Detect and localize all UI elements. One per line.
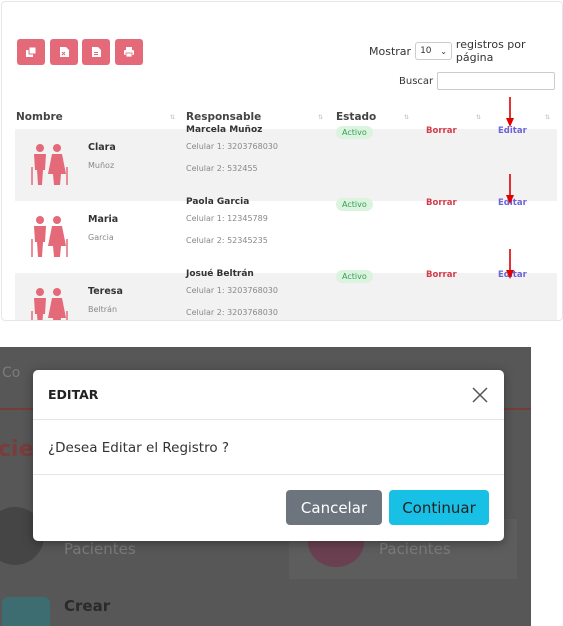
pdf-button[interactable] <box>82 39 110 65</box>
page-length-control: Mostrar 10 ⌄ registros por página <box>369 38 562 64</box>
delete-link[interactable]: Borrar <box>426 126 457 136</box>
dialog-divider <box>33 419 504 420</box>
patient-first-name: Teresa <box>88 286 123 297</box>
table-row: Maria Garcia Paola Garcia Celular 1: 123… <box>15 197 557 273</box>
cancel-button[interactable]: Cancelar <box>286 490 382 525</box>
celular-1: Celular 1: 12345789 <box>186 214 268 223</box>
status-badge: Activo <box>336 270 373 283</box>
sort-icon[interactable]: ⇅ <box>170 114 175 121</box>
elderly-couple-icon <box>31 216 68 257</box>
print-button[interactable] <box>115 39 143 65</box>
elderly-couple-icon <box>31 288 68 320</box>
page-length-value: 10 <box>420 46 432 56</box>
responsable-name: Paola Garcia <box>186 197 250 207</box>
celular-1: Celular 1: 3203768030 <box>186 286 278 295</box>
continue-button[interactable]: Continuar <box>389 490 489 525</box>
sort-icon[interactable]: ⇅ <box>476 114 481 121</box>
celular-2: Celular 2: 3203768030 <box>186 308 278 317</box>
records-panel: Mostrar 10 ⌄ registros por página Buscar… <box>1 1 563 321</box>
bg-page-title: cie <box>0 437 34 462</box>
close-icon[interactable] <box>471 386 489 404</box>
edit-dialog: EDITAR ¿Desea Editar el Registro ? Cance… <box>33 370 504 541</box>
patient-first-name: Clara <box>88 142 116 153</box>
copy-icon <box>26 46 37 57</box>
annotation-arrow-icon <box>506 174 514 204</box>
excel-button[interactable] <box>50 39 78 65</box>
table-row: Clara Muñoz Marcela Muñoz Celular 1: 320… <box>15 125 557 201</box>
sort-icon[interactable]: ⇅ <box>404 114 409 121</box>
responsable-name: Josué Beltrán <box>186 269 254 279</box>
col-header-nombre[interactable]: Nombre <box>16 111 63 123</box>
col-header-estado[interactable]: Estado <box>336 111 376 123</box>
sort-icon[interactable]: ⇅ <box>545 114 550 121</box>
bg-header-text: Co <box>2 365 21 381</box>
bg-card-label: Pacientes <box>64 540 136 558</box>
col-header-responsable[interactable]: Responsable <box>186 111 261 123</box>
dialog-divider <box>33 474 504 475</box>
page-length-select[interactable]: 10 ⌄ <box>415 42 452 60</box>
copy-button[interactable] <box>17 39 45 65</box>
search-input[interactable] <box>437 72 555 90</box>
annotation-arrow-icon <box>506 249 514 279</box>
status-badge: Activo <box>336 198 373 211</box>
patient-last-name: Garcia <box>88 233 114 242</box>
patient-first-name: Maria <box>88 214 119 225</box>
annotation-arrow-icon <box>506 97 514 127</box>
table-row: Teresa Beltrán Josué Beltrán Celular 1: … <box>15 269 557 320</box>
celular-2: Celular 2: 532455 <box>186 164 258 173</box>
patient-last-name: Muñoz <box>88 161 115 170</box>
search-label: Buscar <box>399 76 434 87</box>
pdf-icon <box>92 47 101 57</box>
dialog-message: ¿Desea Editar el Registro ? <box>48 440 230 456</box>
celular-1: Celular 1: 3203768030 <box>186 142 278 151</box>
status-badge: Activo <box>336 126 373 139</box>
chevron-down-icon: ⌄ <box>440 46 447 56</box>
bg-create-icon <box>2 597 50 626</box>
bg-card-label: Pacientes <box>379 540 451 558</box>
edit-link[interactable]: Editar <box>498 126 527 136</box>
responsable-name: Marcela Muñoz <box>186 125 263 135</box>
print-icon <box>124 47 134 58</box>
show-label: Mostrar <box>369 44 412 58</box>
records-per-page-label: registros por página <box>455 38 526 64</box>
delete-link[interactable]: Borrar <box>426 198 457 208</box>
delete-link[interactable]: Borrar <box>426 270 457 280</box>
celular-2: Celular 2: 52345235 <box>186 236 268 245</box>
sort-icon[interactable]: ⇅ <box>318 114 323 121</box>
excel-icon <box>60 47 69 57</box>
dialog-title: EDITAR <box>48 387 99 402</box>
bg-create-label: Crear <box>64 597 111 615</box>
elderly-couple-icon <box>31 144 68 185</box>
patient-last-name: Beltrán <box>88 305 118 314</box>
